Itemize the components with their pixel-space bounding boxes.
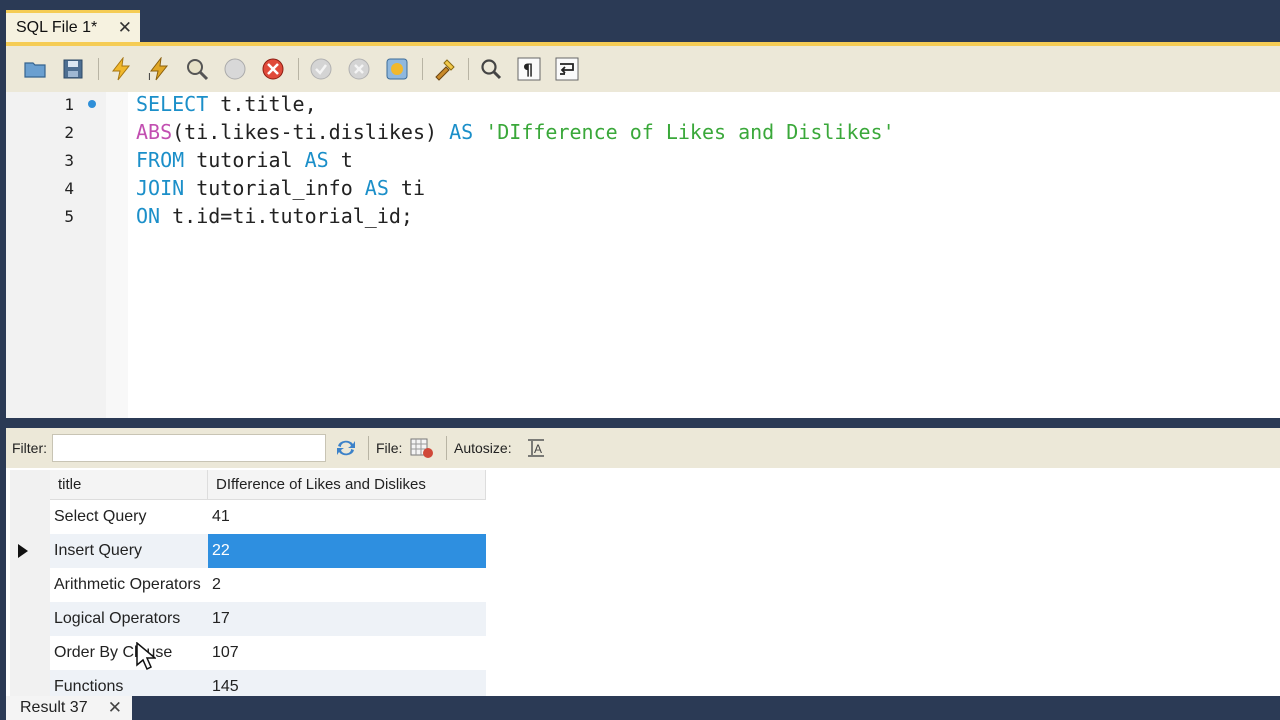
code-token: tutorial [184,148,305,172]
table-row[interactable]: Logical Operators 17 [50,602,486,636]
autosize-icon[interactable]: A [524,436,548,460]
current-row-indicator-icon [18,544,28,558]
table-row[interactable]: Insert Query 22 [50,534,486,568]
code-line[interactable]: FROM tutorial AS t [136,148,353,172]
line-number: 5 [64,207,74,226]
code-token: AS [304,148,329,172]
line-number: 3 [64,151,74,170]
editor-toolbar: I ¶ [6,42,1280,92]
cell-title[interactable]: Arithmetic Operators [50,568,208,602]
cell-title[interactable]: Order By Clause [50,636,208,670]
row-header-column [10,470,50,696]
fold-gutter [106,92,128,418]
code-token: ti [388,176,426,200]
code-line[interactable]: ON t.id=ti.tutorial_id; [136,204,413,228]
code-token: tutorial_info [184,176,365,200]
save-icon[interactable] [60,56,86,82]
code-token: AS [364,176,389,200]
cell-title[interactable]: Insert Query [50,534,208,568]
file-label: File: [376,440,403,456]
code-token: JOIN [136,176,185,200]
explain-icon[interactable] [184,56,210,82]
table-row[interactable]: Arithmetic Operators 2 [50,568,486,602]
mouse-pointer-icon [136,641,158,677]
code-token: ABS [136,120,173,144]
line-number: 4 [64,179,74,198]
export-file-icon[interactable] [410,436,434,460]
commit-icon[interactable] [308,56,334,82]
cell-difference[interactable]: 107 [208,636,486,670]
stop-icon[interactable] [222,56,248,82]
code-token: AS [449,120,474,144]
cell-difference[interactable]: 2 [208,568,486,602]
code-token: FROM [136,148,185,172]
invisible-chars-icon[interactable]: ¶ [516,56,542,82]
beautify-icon[interactable] [432,56,458,82]
line-number: 1 [64,95,74,114]
refresh-icon[interactable] [334,436,358,460]
find-icon[interactable] [478,56,504,82]
execute-current-icon[interactable]: I [146,56,172,82]
close-icon[interactable]: ✕ [108,698,122,718]
tab-title: SQL File 1* [16,18,98,36]
execute-icon[interactable] [108,56,134,82]
autosize-label: Autosize: [454,440,512,456]
code-token: t [328,148,353,172]
tab-sql-file[interactable]: SQL File 1* ✕ [6,10,140,42]
toggle-error-icon[interactable] [260,56,286,82]
cell-title[interactable]: Logical Operators [50,602,208,636]
result-grid-panel: Filter: File: Autosize: A title DIfferen… [6,428,1280,704]
rollback-icon[interactable] [346,56,372,82]
filter-label: Filter: [12,440,47,456]
cell-difference[interactable]: 41 [208,500,486,534]
code-token: 'DIfference of Likes and Dislikes' [485,120,895,144]
tab-result[interactable]: Result 37 ✕ [6,696,132,720]
pane-splitter[interactable] [0,418,1280,428]
table-row[interactable]: Select Query 41 [50,500,486,534]
word-wrap-icon[interactable] [554,56,580,82]
autocommit-icon[interactable] [384,56,410,82]
column-header-difference[interactable]: DIfference of Likes and Dislikes [208,470,486,500]
code-token: SELECT [136,92,209,116]
cell-difference[interactable]: 22 [208,534,486,568]
cell-difference[interactable]: 17 [208,602,486,636]
code-line[interactable]: ABS(ti.likes-ti.dislikes) AS 'DIfference… [136,120,895,144]
result-tab-title: Result 37 [20,699,88,716]
line-number: 2 [64,123,74,142]
code-token: (ti.likes-ti.dislikes) [172,120,450,144]
filter-input[interactable] [52,434,326,462]
svg-text:A: A [534,442,542,456]
column-header-title[interactable]: title [50,470,208,500]
svg-text:I: I [148,72,151,81]
code-token: ON [136,204,161,228]
code-line[interactable]: SELECT t.title, [136,92,317,116]
table-row[interactable]: Order By Clause 107 [50,636,486,670]
code-token: t.title, [208,92,317,116]
code-token: t.id=ti.tutorial_id; [160,204,413,228]
tab-bar: SQL File 1* ✕ [0,0,1280,42]
current-line-marker [88,100,96,108]
open-folder-icon[interactable] [22,56,48,82]
result-tab-bar: Result 37 ✕ [0,696,1280,720]
svg-text:¶: ¶ [523,60,533,79]
code-line[interactable]: JOIN tutorial_info AS ti [136,176,425,200]
result-toolbar: Filter: File: Autosize: A [6,428,1280,468]
close-icon[interactable]: ✕ [118,18,132,38]
sql-editor[interactable]: 1 2 3 4 5 SELECT t.title, ABS(ti.likes-ti… [6,92,1280,418]
cell-title[interactable]: Select Query [50,500,208,534]
